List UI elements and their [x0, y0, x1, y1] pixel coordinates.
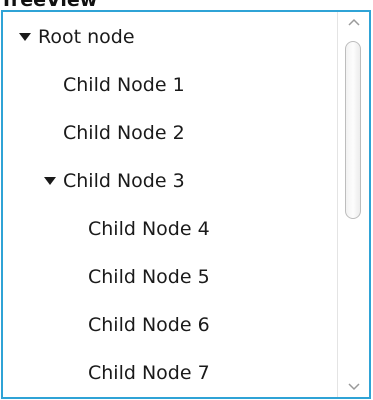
- chevron-down-icon[interactable]: [338, 377, 369, 397]
- tree-row-child-node-4[interactable]: Child Node 4: [3, 212, 337, 260]
- tree-row-child-node-3[interactable]: Child Node 3: [3, 164, 337, 212]
- tree-row-child-node-7[interactable]: Child Node 7: [3, 356, 337, 397]
- tree-row-child-node-5[interactable]: Child Node 5: [3, 260, 337, 308]
- tree-row-child-node-2[interactable]: Child Node 2: [3, 116, 337, 164]
- triangle-down-icon[interactable]: [18, 30, 32, 44]
- scrollbar-thumb[interactable]: [345, 41, 361, 219]
- tree-row-label: Child Node 5: [88, 266, 210, 288]
- vertical-scrollbar[interactable]: [337, 12, 369, 397]
- tree-row-label: Child Node 2: [63, 122, 185, 144]
- tree-view[interactable]: Root node Child Node 1 Child Node 2 Chil…: [1, 10, 371, 399]
- tree-row-label: Child Node 4: [88, 218, 210, 240]
- tree-row-label: Child Node 3: [63, 170, 185, 192]
- tree-row-label: Root node: [38, 26, 135, 48]
- tree-row-root-node[interactable]: Root node: [3, 20, 337, 68]
- triangle-down-icon[interactable]: [43, 174, 57, 188]
- chevron-up-icon[interactable]: [338, 12, 369, 32]
- page-title: TreeView: [0, 0, 98, 11]
- tree-list: Root node Child Node 1 Child Node 2 Chil…: [3, 12, 337, 397]
- tree-row-child-node-6[interactable]: Child Node 6: [3, 308, 337, 356]
- tree-row-child-node-1[interactable]: Child Node 1: [3, 68, 337, 116]
- tree-row-label: Child Node 7: [88, 362, 210, 384]
- tree-row-label: Child Node 1: [63, 74, 185, 96]
- tree-row-label: Child Node 6: [88, 314, 210, 336]
